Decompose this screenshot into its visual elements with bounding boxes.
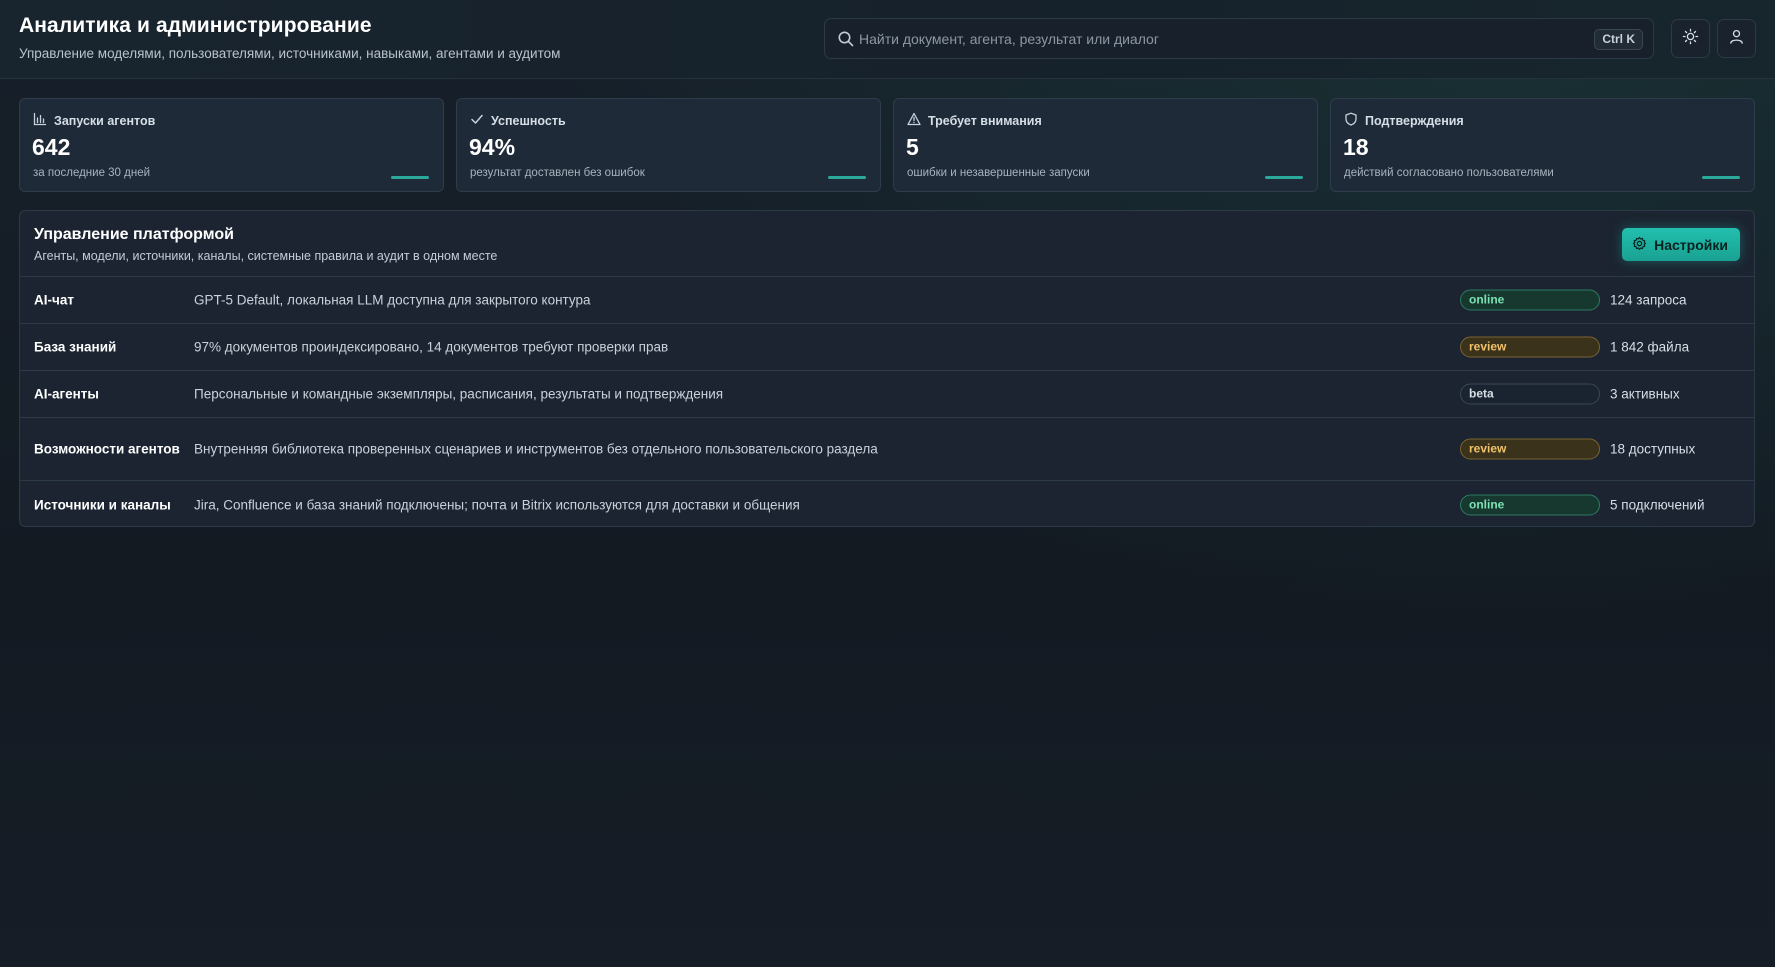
row-description: 97% документов проиндексировано, 14 доку… <box>194 339 669 355</box>
table-row[interactable]: Источники и каналы Jira, Confluence и ба… <box>20 481 1754 526</box>
row-count: 1 842 файла <box>1610 339 1690 355</box>
status-badge: review <box>1460 336 1600 358</box>
panel-header: Управление платформой Агенты, модели, ис… <box>20 211 1754 277</box>
stat-label: Успешность <box>491 113 566 128</box>
stat-card-confirmations: Подтверждения 18 действий согласовано по… <box>1330 98 1755 192</box>
stats-row: Запуски агентов 642 за последние 30 дней… <box>19 98 1755 192</box>
row-name: AI-чат <box>34 292 74 308</box>
search-placeholder: Найти документ, агента, результат или ди… <box>859 31 1159 47</box>
search-icon <box>837 30 855 48</box>
status-badge: beta <box>1460 383 1600 405</box>
warning-icon <box>907 112 921 129</box>
stat-card-success-rate: Успешность 94% результат доставлен без о… <box>456 98 881 192</box>
stat-card-agent-runs: Запуски агентов 642 за последние 30 дней <box>19 98 444 192</box>
settings-button-label: Настройки <box>1654 236 1728 253</box>
stat-value: 94% <box>469 134 516 160</box>
stat-accent-bar <box>391 176 429 179</box>
bar-chart-icon <box>33 112 47 129</box>
profile-button[interactable] <box>1717 19 1756 58</box>
stat-label: Запуски агентов <box>54 113 156 128</box>
shield-icon <box>1344 112 1358 129</box>
stat-caption: результат доставлен без ошибок <box>470 167 645 179</box>
gear-icon <box>1632 236 1647 254</box>
stat-value: 18 <box>1343 134 1369 160</box>
stat-accent-bar <box>828 176 866 179</box>
user-icon <box>1728 28 1745 50</box>
stat-caption: за последние 30 дней <box>33 167 151 179</box>
panel-subtitle: Агенты, модели, источники, каналы, систе… <box>34 249 498 263</box>
theme-toggle-button[interactable] <box>1671 19 1710 58</box>
settings-button[interactable]: Настройки <box>1622 228 1740 261</box>
row-count: 5 подключений <box>1610 497 1705 512</box>
row-description: Внутренняя библиотека проверенных сценар… <box>194 441 878 457</box>
row-name: AI-агенты <box>34 386 99 402</box>
stat-value: 5 <box>906 134 919 160</box>
row-description: GPT-5 Default, локальная LLM доступна дл… <box>194 292 591 308</box>
row-description: Персональные и командные экземпляры, рас… <box>194 386 724 402</box>
search-input[interactable]: Найти документ, агента, результат или ди… <box>824 18 1654 59</box>
stat-value: 642 <box>32 134 71 160</box>
row-count: 18 доступных <box>1610 441 1696 457</box>
top-bar: Аналитика и администрирование Управление… <box>0 0 1775 79</box>
stat-caption: действий согласовано пользователями <box>1344 167 1554 179</box>
row-count: 3 активных <box>1610 386 1680 402</box>
table-row[interactable]: Возможности агентов Внутренняя библиотек… <box>20 418 1754 481</box>
table-row[interactable]: AI-агенты Персональные и командные экзем… <box>20 371 1754 418</box>
row-count: 124 запроса <box>1610 292 1687 308</box>
panel-title: Управление платформой <box>34 226 234 243</box>
stat-caption: ошибки и незавершенные запуски <box>907 167 1090 179</box>
check-icon <box>470 112 484 129</box>
stat-label: Подтверждения <box>1365 113 1464 128</box>
page-title: Аналитика и администрирование <box>19 14 372 37</box>
row-name: База знаний <box>34 339 117 355</box>
search-shortcut-badge: Ctrl K <box>1594 29 1643 50</box>
stat-label: Требует внимания <box>928 113 1042 128</box>
sun-icon <box>1682 28 1699 50</box>
status-badge: online <box>1460 494 1600 515</box>
status-badge: online <box>1460 289 1600 311</box>
table-row[interactable]: AI-чат GPT-5 Default, локальная LLM дост… <box>20 277 1754 324</box>
row-name: Источники и каналы <box>34 497 171 512</box>
table-row[interactable]: База знаний 97% документов проиндексиров… <box>20 324 1754 371</box>
stat-accent-bar <box>1702 176 1740 179</box>
stat-accent-bar <box>1265 176 1303 179</box>
status-badge: review <box>1460 438 1600 460</box>
page-subtitle: Управление моделями, пользователями, ист… <box>19 46 561 61</box>
row-description: Jira, Confluence и база знаний подключен… <box>194 497 800 512</box>
platform-management-panel: Управление платформой Агенты, модели, ис… <box>19 210 1755 527</box>
stat-card-attention: Требует внимания 5 ошибки и незавершенны… <box>893 98 1318 192</box>
row-name: Возможности агентов <box>34 441 180 457</box>
